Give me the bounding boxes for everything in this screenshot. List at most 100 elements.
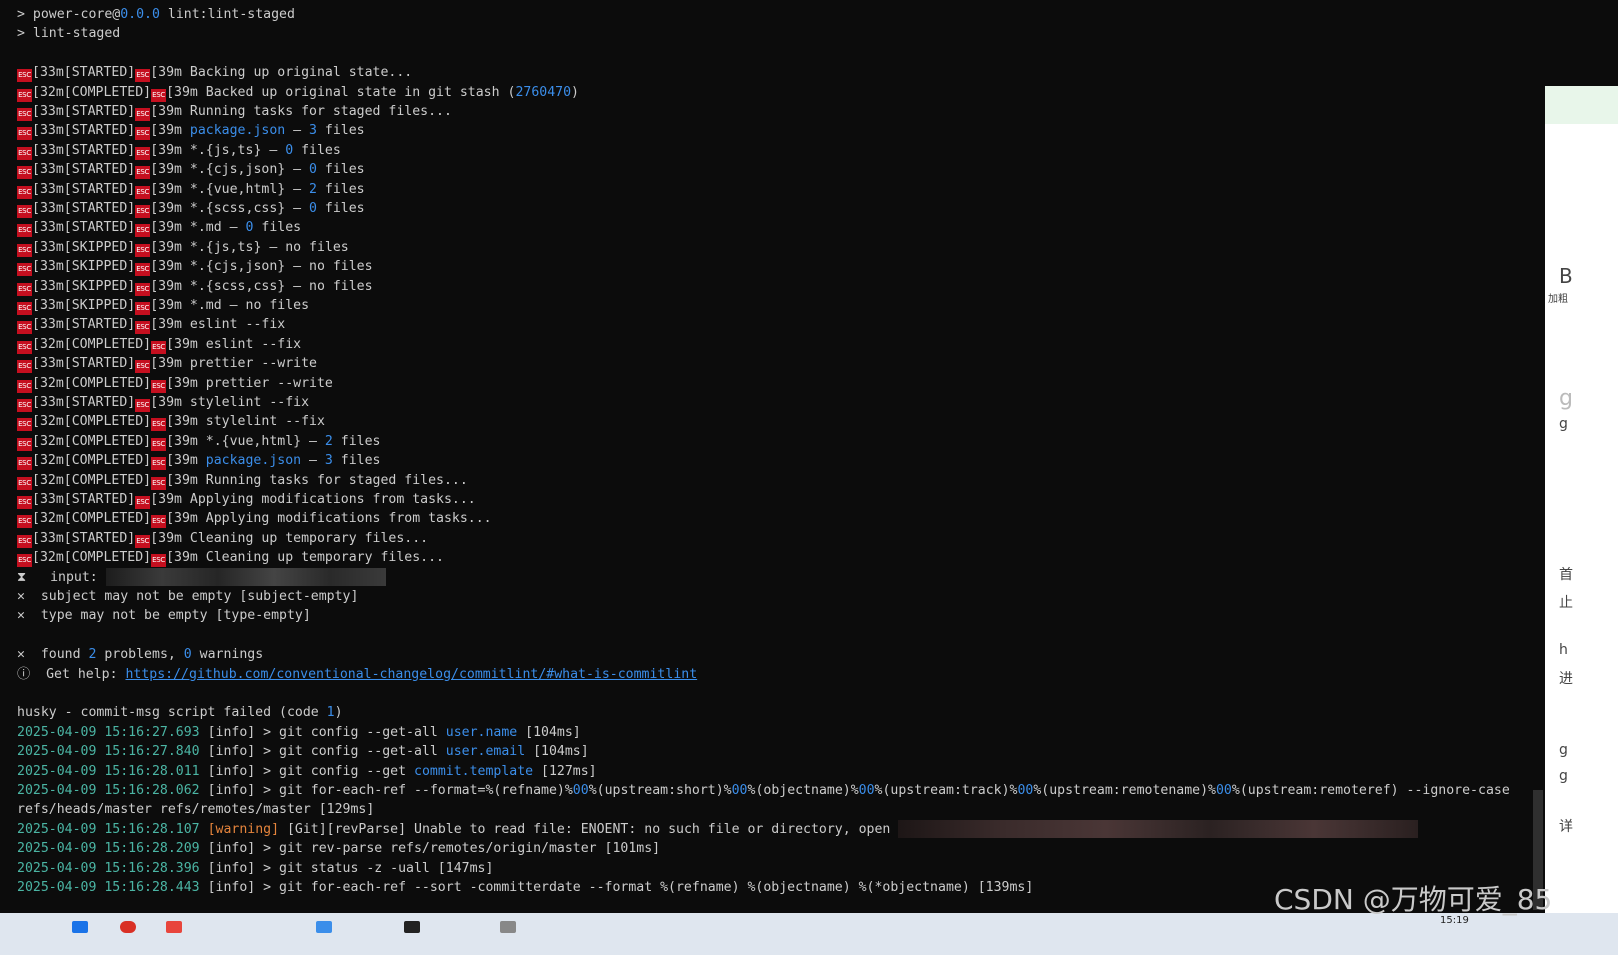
terminal-window[interactable]: > power-core@0.0.0 lint:lint-staged > lin… xyxy=(0,0,1533,913)
ansi-code: [33m[STARTED] xyxy=(32,317,136,333)
side-panel-header xyxy=(1545,86,1618,124)
lint-text-segment: — xyxy=(285,123,310,139)
ansi-code: [33m[SKIPPED] xyxy=(32,239,136,255)
lint-text-segment: Backed up original state in git stash ( xyxy=(205,84,516,100)
help-link[interactable]: https://github.com/conventional-changelo… xyxy=(125,667,697,682)
lint-staged-line: ESC[33m[STARTED]ESC[39m Running tasks fo… xyxy=(17,102,452,121)
git-log-line: 2025-04-09 15:16:28.209 [info] > git rev… xyxy=(17,839,660,858)
header-segment: lint:lint-staged xyxy=(159,7,295,22)
ansi-code: [32m[COMPLETED] xyxy=(32,414,152,430)
log-text-segment: %(upstream:remotename)% xyxy=(1033,783,1216,798)
esc-glyph-icon: ESC xyxy=(17,321,32,335)
app-icon[interactable] xyxy=(166,921,182,933)
lint-staged-line: ESC[32m[COMPLETED]ESC[39m stylelint --fi… xyxy=(17,412,325,432)
esc-glyph-icon: ESC xyxy=(17,399,32,412)
lint-text-segment: Running tasks for staged files... xyxy=(205,472,468,488)
lint-staged-line: ESC[33m[STARTED]ESC[39m Cleaning up temp… xyxy=(17,529,428,548)
esc-glyph-icon: ESC xyxy=(17,554,32,568)
ansi-code: [32m[COMPLETED] xyxy=(32,550,152,566)
lint-staged-line: ESC[32m[COMPLETED]ESC[39m Applying modif… xyxy=(17,509,492,529)
side-char-bold: 加粗 xyxy=(1548,294,1568,305)
hourglass-icon: ⧗ xyxy=(17,569,51,585)
ansi-code: [32m[COMPLETED] xyxy=(32,84,152,100)
ansi-code: [33m[STARTED] xyxy=(32,123,136,139)
lint-staged-line: ESC[32m[COMPLETED]ESC[39m prettier --wri… xyxy=(17,374,333,393)
lint-text-segment: files xyxy=(316,162,365,178)
esc-glyph-icon: ESC xyxy=(151,418,167,432)
ansi-reset: [39m xyxy=(166,414,206,430)
ansi-code: [32m[COMPLETED] xyxy=(32,375,152,391)
lint-text-segment: 0 xyxy=(309,201,317,216)
esc-glyph-icon: ESC xyxy=(135,263,151,277)
log-text-segment: user.email xyxy=(445,744,526,760)
git-log-line: 2025-04-09 15:16:28.062 [info] > git for… xyxy=(17,781,1510,800)
log-text-segment: [Git][revParse] Unable to read file: ENO… xyxy=(286,821,899,837)
esc-glyph-icon: ESC xyxy=(17,263,32,277)
commitlint-help-line: ⓘ Get help: https://github.com/conventio… xyxy=(17,665,697,684)
log-text-segment: 00 xyxy=(572,783,589,798)
lint-staged-line: ESC[33m[STARTED]ESC[39m *.{scss,css} — 0… xyxy=(17,199,365,218)
lint-text-segment: *.{js,ts} — xyxy=(189,142,286,158)
esc-glyph-icon: ESC xyxy=(17,205,32,218)
log-text-segment: 00 xyxy=(858,783,875,798)
log-timestamp: 2025-04-09 15:16:27.840 xyxy=(17,744,208,760)
log-timestamp: 2025-04-09 15:16:27.693 xyxy=(17,724,208,740)
file-icon[interactable] xyxy=(500,921,516,933)
ansi-code: [33m[STARTED] xyxy=(32,492,136,507)
esc-glyph-icon: ESC xyxy=(135,496,151,509)
ansi-reset: [39m xyxy=(150,298,190,313)
terminal-icon[interactable] xyxy=(404,921,420,933)
ansi-reset: [39m xyxy=(150,530,190,546)
esc-glyph-icon: ESC xyxy=(135,399,151,412)
ansi-reset: [39m xyxy=(150,317,190,333)
lint-text-segment: eslint --fix xyxy=(189,317,286,333)
lint-text-segment: package.json xyxy=(189,123,286,139)
esc-glyph-icon: ESC xyxy=(135,282,151,296)
log-text-segment: user.name xyxy=(445,724,518,740)
lint-text-segment: Cleaning up temporary files... xyxy=(189,530,429,546)
ansi-reset: [39m xyxy=(150,142,190,158)
esc-glyph-icon: ESC xyxy=(17,418,32,432)
log-text-segment: [127ms] xyxy=(533,763,597,779)
browser-icon[interactable] xyxy=(120,921,136,933)
esc-glyph-icon: ESC xyxy=(135,69,151,83)
log-timestamp: 2025-04-09 15:16:28.443 xyxy=(17,880,208,895)
ansi-code: [33m[STARTED] xyxy=(32,220,136,236)
lint-staged-line: ESC[33m[STARTED]ESC[39m *.md — 0 files xyxy=(17,218,301,238)
esc-glyph-icon: ESC xyxy=(17,457,32,471)
log-level: [info] xyxy=(207,860,264,876)
ansi-reset: [39m xyxy=(150,201,190,216)
taskbar: 15:19 xyxy=(0,913,1618,955)
esc-glyph-icon: ESC xyxy=(17,127,32,141)
header-segment: > power-core xyxy=(17,7,113,22)
lint-staged-line: ESC[33m[STARTED]ESC[39m *.{cjs,json} — 0… xyxy=(17,160,365,180)
ansi-code: [33m[STARTED] xyxy=(32,201,136,216)
lint-staged-line: ESC[33m[STARTED]ESC[39m *.{vue,html} — 2… xyxy=(17,180,365,199)
ansi-reset: [39m xyxy=(166,84,206,100)
ansi-code: [33m[STARTED] xyxy=(32,104,136,119)
lint-staged-line: ESC[33m[STARTED]ESC[39m prettier --write xyxy=(17,354,317,374)
lint-text-segment: Applying modifications from tasks... xyxy=(189,492,476,507)
summary-segment: 0 xyxy=(183,647,192,663)
log-timestamp: 2025-04-09 15:16:28.396 xyxy=(17,860,208,876)
esc-glyph-icon: ESC xyxy=(151,457,167,471)
redacted-input xyxy=(105,567,386,586)
vscode-icon[interactable] xyxy=(316,921,332,933)
ansi-reset: [39m xyxy=(150,278,190,294)
esc-glyph-icon: ESC xyxy=(135,302,151,315)
esc-glyph-icon: ESC xyxy=(135,108,151,121)
windows-start-icon[interactable] xyxy=(72,921,88,933)
ansi-code: [33m[STARTED] xyxy=(32,530,136,546)
esc-glyph-icon: ESC xyxy=(135,166,151,180)
git-log-line: 2025-04-09 15:16:28.011 [info] > git con… xyxy=(17,762,597,781)
esc-glyph-icon: ESC xyxy=(17,302,32,315)
log-text-segment: 00 xyxy=(1017,783,1034,798)
lint-text-segment: files xyxy=(316,181,365,197)
lint-text-segment: 0 xyxy=(309,162,317,178)
ansi-code: [32m[COMPLETED] xyxy=(32,433,152,449)
lint-staged-line: ESC[33m[STARTED]ESC[39m eslint --fix xyxy=(17,315,286,335)
lint-text-segment: — xyxy=(301,453,325,469)
commitlint-error-line: ✕ type may not be empty [type-empty] xyxy=(17,606,311,625)
esc-glyph-icon: ESC xyxy=(17,282,32,296)
lint-staged-line: ESC[33m[STARTED]ESC[39m stylelint --fix xyxy=(17,393,309,412)
